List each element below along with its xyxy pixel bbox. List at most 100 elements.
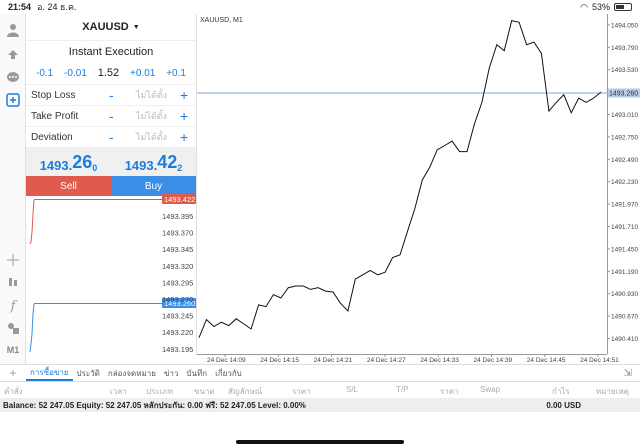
objects-icon[interactable] [3, 318, 23, 338]
tab-mailbox[interactable]: กล่องจดหมาย [104, 367, 160, 380]
x-tick-label: 24 Dec 14:21 [314, 357, 353, 364]
status-date: อ. 24 ธ.ค. [37, 2, 77, 12]
main-chart[interactable]: XAUUSD, M1 1494.050 1493.790 1493.530 1493.… [197, 14, 640, 364]
y-tick-label: 1491.190 [611, 269, 638, 276]
sell-button[interactable]: Sell [26, 176, 111, 196]
deviation-input[interactable]: ไม่ได้ตั้ง [123, 130, 180, 144]
tab-history[interactable]: ประวัติ [73, 367, 104, 380]
battery-percent: 53% [591, 2, 610, 12]
tab-trade[interactable]: การซื้อขาย [26, 366, 73, 381]
wifi-icon: ◠ [580, 1, 588, 12]
status-bar: 21:54 อ. 24 ธ.ค. ◠ 53% [0, 0, 640, 14]
y-tick-label: 1492.750 [611, 134, 638, 141]
trade-columns: คำสั่ง เวลา ประเภท ขนาด สัญลักษณ์ ราคา S… [0, 382, 640, 398]
expand-icon[interactable]: ⇲ [624, 368, 632, 379]
symbol-selector[interactable]: XAUUSD ▼ [26, 14, 196, 40]
tick-axis-label: 1493.195 [162, 345, 193, 354]
bid-price-sup: 0 [92, 163, 98, 173]
deviation-minus[interactable]: - [109, 129, 123, 145]
stop-loss-row: Stop Loss - ไม่ได้ตั้ง + [26, 84, 196, 105]
stop-loss-label: Stop Loss [31, 89, 76, 101]
deviation-row: Deviation - ไม่ได้ตั้ง + [26, 126, 196, 147]
tick-axis-label: 1493.345 [162, 245, 193, 254]
chart-type-icon[interactable] [3, 272, 23, 292]
tick-chart: 1493.422 1493.260 1493.395 1493.370 1493.3… [26, 194, 197, 356]
y-tick-label: 1490.410 [611, 336, 638, 343]
x-tick-label: 24 Dec 14:51 [580, 357, 619, 364]
volume-minus-big[interactable]: -0.1 [36, 68, 53, 79]
volume-plus-small[interactable]: +0.01 [130, 68, 155, 79]
stop-loss-input[interactable]: ไม่ได้ตั้ง [123, 88, 180, 102]
y-tick-label: 1493.530 [611, 67, 638, 74]
y-tick-label: 1490.930 [611, 291, 638, 298]
new-order-icon[interactable] [3, 90, 23, 110]
order-panel: XAUUSD ▼ Instant Execution -0.1 -0.01 1.… [26, 14, 197, 196]
col-tp: T/P [396, 385, 409, 394]
chat-icon[interactable] [3, 68, 23, 88]
x-tick-label: 24 Dec 14:27 [367, 357, 406, 364]
status-time: 21:54 [8, 2, 32, 12]
status-right: ◠ 53% [580, 2, 632, 13]
ask-price: 1493. 42 2 [111, 147, 196, 176]
y-tick-label: 1493.790 [611, 45, 638, 52]
stop-loss-plus[interactable]: + [180, 87, 192, 103]
order-buttons: Sell Buy [26, 176, 196, 196]
tick-axis-label: 1493.220 [162, 328, 193, 337]
bid-price-main: 1493. [39, 158, 73, 173]
timeframe-button[interactable]: M1 [3, 340, 23, 360]
stop-loss-minus[interactable]: - [109, 87, 123, 103]
ask-price-main: 1493. [124, 158, 158, 173]
x-tick-label: 24 Dec 14:39 [474, 357, 513, 364]
deviation-plus[interactable]: + [180, 129, 192, 145]
tick-axis-label: 1493.320 [162, 262, 193, 271]
col-type: ประเภท [146, 387, 173, 396]
price-row: 1493. 26 0 1493. 42 2 [26, 147, 196, 176]
volume-plus-big[interactable]: +0.1 [166, 68, 186, 79]
col-profit: กำไร [552, 387, 570, 396]
add-tab-button[interactable]: + [0, 366, 26, 380]
col-swap: Swap [480, 385, 501, 394]
left-toolbar: f M1 [0, 14, 26, 364]
ask-price-sup: 2 [177, 163, 183, 173]
tick-axis-label: 1493.295 [162, 278, 193, 287]
tab-journal[interactable]: บันทึก [182, 367, 211, 380]
take-profit-minus[interactable]: - [109, 108, 123, 124]
crosshair-icon[interactable] [3, 250, 23, 270]
balance-bar: Balance: 52 247.05 Equity: 52 247.05 หลั… [0, 398, 640, 412]
trade-icon[interactable] [3, 44, 23, 64]
take-profit-plus[interactable]: + [180, 108, 192, 124]
execution-type[interactable]: Instant Execution [26, 40, 196, 62]
tick-axis-label: 1493.270 [162, 295, 193, 304]
volume-minus-small[interactable]: -0.01 [64, 68, 87, 79]
col-time: เวลา [110, 387, 127, 396]
col-sl: S/L [346, 385, 359, 394]
tick-chart-svg: 1493.422 1493.260 1493.3951493.3701493.3… [29, 194, 196, 354]
tick-chart-axis: 1493.395 1493.370 1493.345 1493.320 1493.295… [162, 212, 193, 354]
buy-button[interactable]: Buy [111, 176, 196, 196]
symbol-name: XAUUSD [82, 21, 129, 33]
bid-tick-line [29, 303, 35, 353]
y-tick-label: 1492.490 [611, 157, 638, 164]
col-price: ราคา [292, 387, 311, 396]
ask-tag-label: 1493.422 [164, 195, 195, 204]
volume-input[interactable]: 1.52 [98, 67, 119, 79]
ask-price-big: 42 [157, 152, 178, 172]
col-price2: ราคา [440, 387, 459, 396]
tab-about[interactable]: เกี่ยวกับ [211, 367, 246, 380]
y-tick-label: 1491.710 [611, 224, 638, 231]
deviation-label: Deviation [31, 131, 73, 143]
indicators-icon[interactable]: f [3, 296, 23, 316]
battery-icon [614, 3, 632, 11]
quotes-icon[interactable] [3, 20, 23, 40]
tab-news[interactable]: ข่าว [160, 367, 182, 380]
volume-row: -0.1 -0.01 1.52 +0.01 +0.1 [26, 62, 196, 84]
take-profit-input[interactable]: ไม่ได้ตั้ง [123, 109, 180, 123]
current-price-tag-label: 1493.260 [609, 90, 638, 97]
col-order: คำสั่ง [4, 387, 23, 396]
balance-text: Balance: 52 247.05 Equity: 52 247.05 หลั… [3, 400, 306, 410]
y-tick-label: 1491.450 [611, 246, 638, 253]
y-tick-label: 1494.050 [611, 22, 638, 29]
col-size: ขนาด [194, 387, 215, 396]
y-tick-label: 1490.670 [611, 314, 638, 321]
x-tick-label: 24 Dec 14:45 [527, 357, 566, 364]
